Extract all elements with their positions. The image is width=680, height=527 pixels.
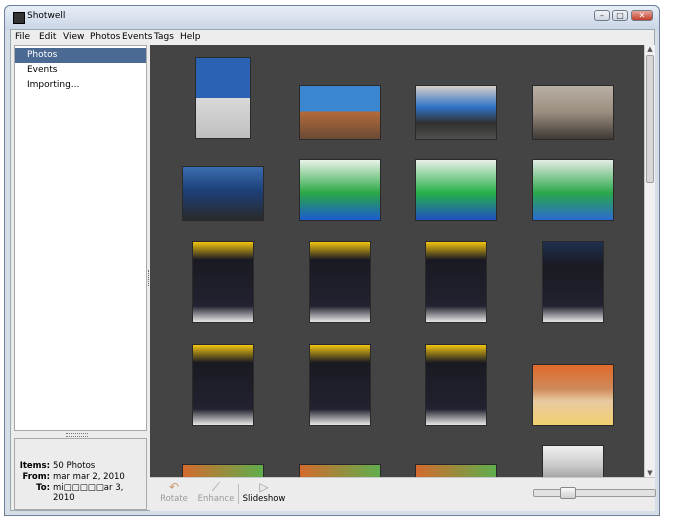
menu-file[interactable]: File <box>15 32 30 42</box>
maximize-button[interactable]: □ <box>612 10 628 21</box>
menu-tags[interactable]: Tags <box>154 32 174 42</box>
close-button[interactable]: ✕ <box>631 10 653 21</box>
scroll-down-arrow-icon[interactable]: ▼ <box>645 469 655 477</box>
slideshow-button[interactable]: ▷ Slideshow <box>242 480 286 504</box>
menu-events[interactable]: Events <box>122 32 152 42</box>
slideshow-label: Slideshow <box>242 494 286 504</box>
photo-thumbnail[interactable] <box>183 167 263 220</box>
photo-thumbnail[interactable] <box>416 160 496 220</box>
photo-thumbnail[interactable] <box>533 365 613 425</box>
sidebar-item-events[interactable]: Events <box>15 63 146 78</box>
photo-thumbnail[interactable] <box>300 160 380 220</box>
play-icon: ▷ <box>259 480 269 494</box>
client-area: File Edit View Photos Events Tags Help P… <box>10 29 656 511</box>
photo-thumbnail[interactable] <box>196 58 250 138</box>
photo-thumbnail[interactable] <box>300 86 380 139</box>
zoom-slider[interactable] <box>533 487 656 499</box>
pane-splitter-handle[interactable] <box>66 433 88 437</box>
from-label: From: <box>22 472 50 482</box>
toolbar-separator <box>238 484 239 504</box>
menu-view[interactable]: View <box>63 32 84 42</box>
to-label: To: <box>36 483 50 493</box>
enhance-button[interactable]: ⟋ Enhance <box>196 480 236 504</box>
photo-grid <box>150 45 644 477</box>
photo-thumbnail[interactable] <box>533 160 613 220</box>
zoom-slider-handle[interactable] <box>560 487 576 499</box>
info-pane: Items: 50 Photos From: mar mar 2, 2010 T… <box>14 438 147 510</box>
photo-thumbnail[interactable] <box>426 345 486 425</box>
minimize-button[interactable]: – <box>594 10 610 21</box>
sidebar: Photos Events Importing... <box>14 45 147 431</box>
photo-thumbnail[interactable] <box>426 242 486 322</box>
rotate-button[interactable]: ↶ Rotate <box>156 480 192 504</box>
menu-help[interactable]: Help <box>180 32 201 42</box>
photo-thumbnail[interactable] <box>310 345 370 425</box>
photo-thumbnail[interactable] <box>543 446 603 477</box>
vertical-scrollbar[interactable]: ▲ ▼ <box>644 45 655 477</box>
photo-thumbnail[interactable] <box>543 242 603 322</box>
scroll-up-arrow-icon[interactable]: ▲ <box>645 45 655 53</box>
photo-thumbnail[interactable] <box>193 345 253 425</box>
photo-thumbnail[interactable] <box>416 465 496 477</box>
app-icon <box>13 12 25 24</box>
window-title: Shotwell <box>27 11 66 21</box>
photo-thumbnail[interactable] <box>310 242 370 322</box>
items-label: Items: <box>19 461 50 471</box>
sidebar-item-importing[interactable]: Importing... <box>15 78 146 93</box>
photo-thumbnail[interactable] <box>300 465 380 477</box>
enhance-icon: ⟋ <box>211 480 221 494</box>
bottom-toolbar: ↶ Rotate ⟋ Enhance ▷ Slideshow <box>150 477 656 511</box>
photo-thumbnail[interactable] <box>533 86 613 139</box>
photo-thumbnail[interactable] <box>193 242 253 322</box>
rotate-label: Rotate <box>160 494 188 504</box>
rotate-icon: ↶ <box>168 480 180 494</box>
to-value: mi□□□□□ar 3, 2010 <box>53 483 124 503</box>
title-bar[interactable]: Shotwell – □ ✕ <box>5 6 659 30</box>
photo-thumbnail[interactable] <box>183 465 263 477</box>
menu-photos[interactable]: Photos <box>90 32 120 42</box>
items-value: 50 Photos <box>53 461 96 471</box>
shotwell-window: Shotwell – □ ✕ File Edit View Photos Eve… <box>4 5 660 516</box>
enhance-label: Enhance <box>197 494 235 504</box>
menu-edit[interactable]: Edit <box>39 32 56 42</box>
menu-bar: File Edit View Photos Events Tags Help <box>11 30 654 45</box>
sidebar-item-photos[interactable]: Photos <box>15 48 146 63</box>
photo-thumbnail[interactable] <box>416 86 496 139</box>
from-value: mar mar 2, 2010 <box>53 472 125 482</box>
scrollbar-thumb[interactable] <box>646 55 654 183</box>
